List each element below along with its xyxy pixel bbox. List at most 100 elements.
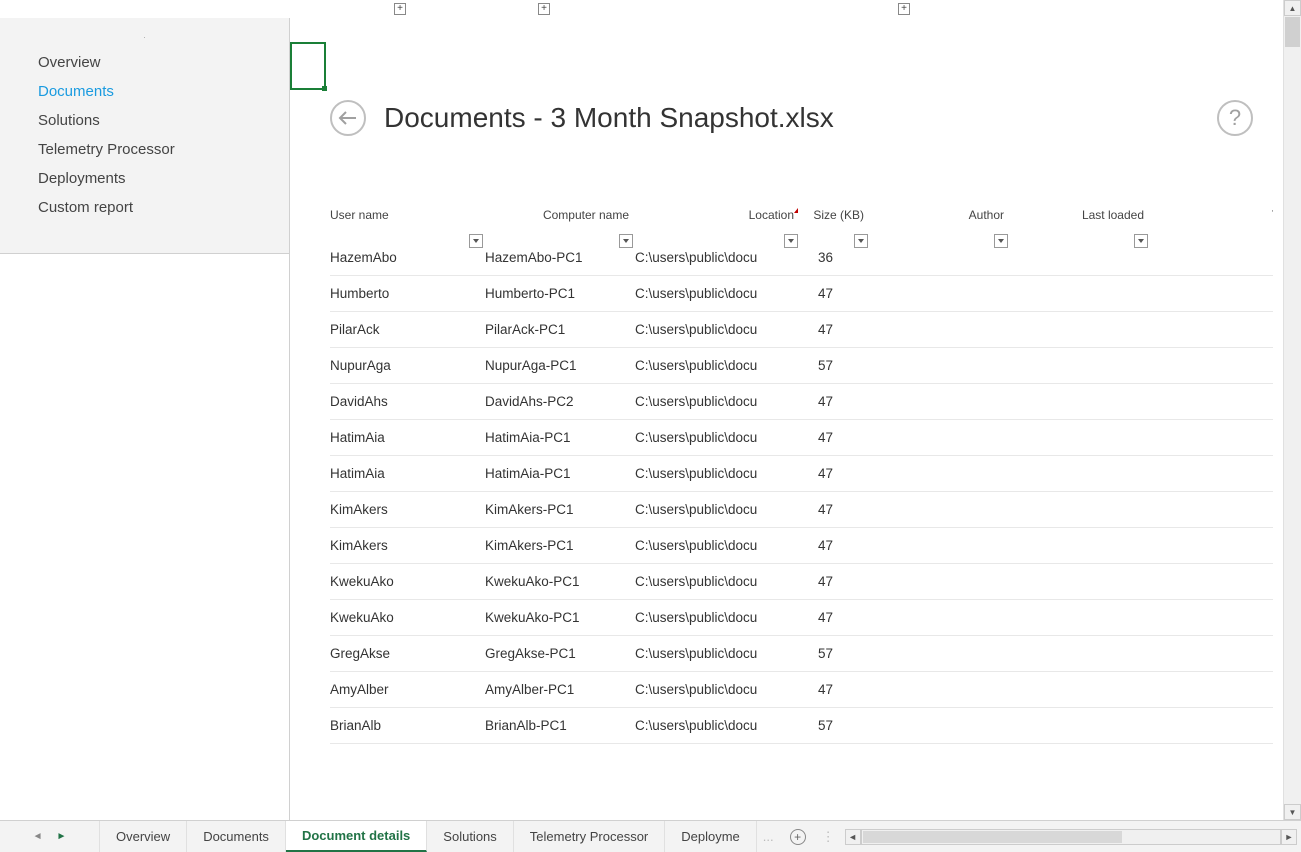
sidebar-item-custom-report[interactable]: Custom report [0, 193, 289, 222]
table-row[interactable]: GregAkseGregAkse-PC1C:\users\public\docu… [330, 636, 1273, 672]
table-row[interactable]: KimAkersKimAkers-PC1C:\users\public\docu… [330, 528, 1273, 564]
cell: GregAkse [330, 636, 485, 672]
cell: C:\users\public\docu [635, 636, 800, 672]
cell: BrianAlb [330, 708, 485, 744]
sheet-tab-documents[interactable]: Documents [187, 821, 286, 852]
table-row[interactable]: BrianAlbBrianAlb-PC1C:\users\public\docu… [330, 708, 1273, 744]
filter-dropdown-button[interactable] [784, 234, 798, 248]
sidebar-item-solutions[interactable]: Solutions [0, 106, 289, 135]
column-header-author[interactable]: Author [870, 208, 1010, 240]
vertical-scrollbar[interactable]: ▲ ▼ [1283, 0, 1301, 820]
hscroll-thumb[interactable] [863, 831, 1122, 843]
outline-group-buttons: + + + [0, 3, 1283, 17]
sidebar-item-overview[interactable]: Overview [0, 48, 289, 77]
table-row[interactable]: NupurAgaNupurAga-PC1C:\users\public\docu… [330, 348, 1273, 384]
table-row[interactable]: HumbertoHumberto-PC1C:\users\public\docu… [330, 276, 1273, 312]
scroll-up-button[interactable]: ▲ [1284, 0, 1301, 16]
sidebar-item-documents[interactable]: Documents [0, 77, 289, 106]
new-sheet-button[interactable]: + [780, 821, 816, 852]
table-row[interactable]: KimAkersKimAkers-PC1C:\users\public\docu… [330, 492, 1273, 528]
cell: C:\users\public\docu [635, 672, 800, 708]
column-label: Title [1272, 208, 1273, 222]
column-label: Author [969, 208, 1004, 222]
filter-dropdown-button[interactable] [1134, 234, 1148, 248]
cell: 47 [800, 276, 870, 312]
data-table: User name Computer name Location Size (KB) A… [330, 208, 1273, 820]
cell [1150, 492, 1273, 528]
sheet-tab-document-details[interactable]: Document details [286, 821, 427, 852]
table-row[interactable]: DavidAhsDavidAhs-PC2C:\users\public\docu… [330, 384, 1273, 420]
vscroll-track[interactable] [1284, 16, 1301, 804]
table-row[interactable]: KwekuAkoKwekuAko-PC1C:\users\public\docu… [330, 564, 1273, 600]
cell: Humberto-PC1 [485, 276, 635, 312]
tab-nav-next[interactable]: ► [57, 831, 67, 842]
horizontal-scrollbar[interactable]: ◄ ► [841, 821, 1301, 852]
table-row[interactable]: KwekuAkoKwekuAko-PC1C:\users\public\docu… [330, 600, 1273, 636]
table-row[interactable]: PilarAckPilarAck-PC1C:\users\public\docu… [330, 312, 1273, 348]
cell [1150, 240, 1273, 276]
sidebar-item-telemetry-processor[interactable]: Telemetry Processor [0, 135, 289, 164]
cell [870, 708, 1010, 744]
table-row[interactable]: HatimAiaHatimAia-PC1C:\users\public\docu… [330, 420, 1273, 456]
column-header-last-loaded[interactable]: Last loaded [1010, 208, 1150, 240]
cell [870, 672, 1010, 708]
scroll-down-button[interactable]: ▼ [1284, 804, 1301, 820]
cell [1010, 348, 1150, 384]
sheet-tab-deployme[interactable]: Deployme [665, 821, 757, 852]
cell [1010, 240, 1150, 276]
tab-ellipsis[interactable]: ... [757, 829, 780, 844]
filter-dropdown-button[interactable] [619, 234, 633, 248]
cell [870, 348, 1010, 384]
cell [870, 420, 1010, 456]
cell: KimAkers [330, 492, 485, 528]
cell [1150, 276, 1273, 312]
filter-dropdown-button[interactable] [854, 234, 868, 248]
selected-cell[interactable] [290, 42, 326, 90]
sheet-tab-solutions[interactable]: Solutions [427, 821, 513, 852]
cell: C:\users\public\docu [635, 528, 800, 564]
column-header-location[interactable]: Location [635, 208, 800, 240]
sidebar-item-deployments[interactable]: Deployments [0, 164, 289, 193]
scroll-left-button[interactable]: ◄ [845, 829, 861, 845]
expand-group-button[interactable]: + [898, 3, 910, 15]
expand-group-button[interactable]: + [538, 3, 550, 15]
cell [1010, 708, 1150, 744]
cell [1150, 312, 1273, 348]
cell: 47 [800, 384, 870, 420]
cell: HatimAia [330, 420, 485, 456]
back-button[interactable] [330, 100, 366, 136]
column-label: Size (KB) [813, 208, 864, 222]
filter-dropdown-button[interactable] [469, 234, 483, 248]
tab-nav-prev[interactable]: ◄ [33, 831, 43, 842]
cell [870, 492, 1010, 528]
column-header-size-kb-[interactable]: Size (KB) [800, 208, 870, 240]
sheet-tab-telemetry-processor[interactable]: Telemetry Processor [514, 821, 665, 852]
cell: 57 [800, 348, 870, 384]
table-row[interactable]: AmyAlberAmyAlber-PC1C:\users\public\docu… [330, 672, 1273, 708]
column-header-title[interactable]: Title [1150, 208, 1273, 240]
cell [1150, 384, 1273, 420]
cell [1010, 420, 1150, 456]
column-header-user-name[interactable]: User name [330, 208, 485, 240]
table-row[interactable]: HatimAiaHatimAia-PC1C:\users\public\docu… [330, 456, 1273, 492]
column-label: Location [749, 208, 794, 222]
cell: NupurAga [330, 348, 485, 384]
vscroll-thumb[interactable] [1285, 17, 1300, 47]
scroll-right-button[interactable]: ► [1281, 829, 1297, 845]
cell: 57 [800, 636, 870, 672]
column-header-computer-name[interactable]: Computer name [485, 208, 635, 240]
sheet-tab-overview[interactable]: Overview [100, 821, 187, 852]
help-button[interactable]: ? [1217, 100, 1253, 136]
cell: 47 [800, 528, 870, 564]
cell: AmyAlber-PC1 [485, 672, 635, 708]
hscroll-track[interactable] [861, 829, 1281, 845]
column-label: User name [330, 208, 389, 222]
cell: PilarAck [330, 312, 485, 348]
cell [1010, 600, 1150, 636]
filter-dropdown-button[interactable] [994, 234, 1008, 248]
expand-group-button[interactable]: + [394, 3, 406, 15]
sidebar-dot: . [0, 30, 289, 40]
cell: Humberto [330, 276, 485, 312]
page-title: Documents - 3 Month Snapshot.xlsx [384, 102, 834, 134]
cell: PilarAck-PC1 [485, 312, 635, 348]
